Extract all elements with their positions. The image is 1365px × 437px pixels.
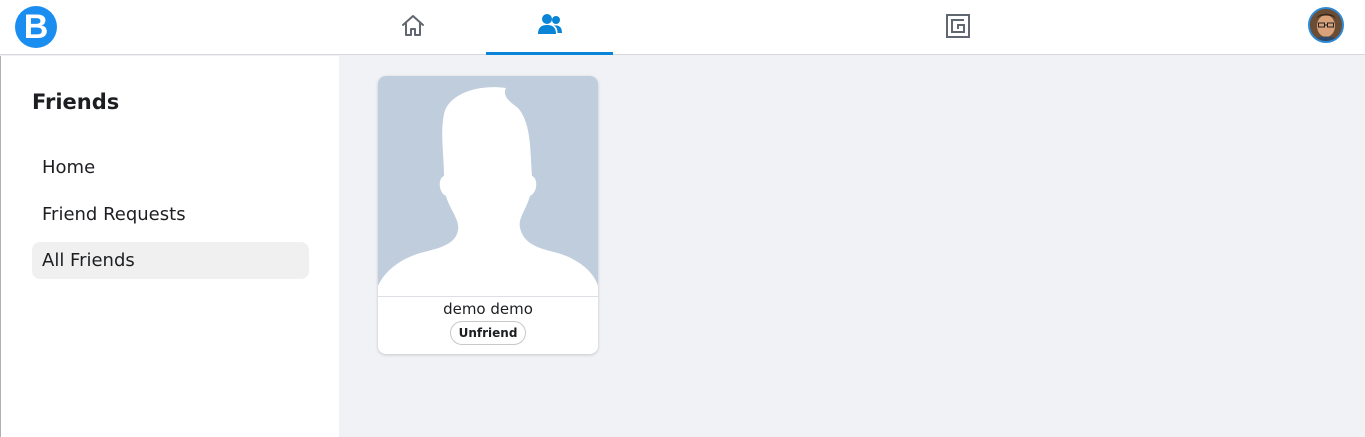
sidebar-item-home[interactable]: Home — [32, 149, 309, 186]
sidebar-item-all-friends[interactable]: All Friends — [32, 242, 309, 279]
sidebar: Friends Home Friend Requests All Friends — [0, 56, 339, 437]
sidebar-item-label: Friend Requests — [42, 204, 186, 225]
sidebar-item-friend-requests[interactable]: Friend Requests — [32, 196, 309, 233]
top-navigation-bar: B — [0, 0, 1365, 55]
avatar[interactable] — [1308, 7, 1344, 43]
logo-letter: B — [23, 8, 49, 46]
sidebar-item-label: Home — [42, 157, 96, 178]
friend-card: demo demo Unfriend — [378, 76, 598, 354]
default-avatar-silhouette-icon — [378, 87, 598, 296]
home-icon — [400, 13, 426, 43]
profile-photo[interactable] — [378, 76, 598, 297]
groups-icon — [945, 13, 971, 43]
sidebar-title: Friends — [32, 90, 120, 114]
unfriend-button[interactable]: Unfriend — [450, 321, 526, 345]
tab-home[interactable] — [350, 0, 476, 55]
friend-name: demo demo — [443, 300, 533, 318]
tab-friends[interactable] — [486, 0, 613, 55]
sidebar-item-label: All Friends — [42, 250, 135, 271]
friends-icon — [536, 12, 564, 40]
tab-groups[interactable] — [895, 0, 1020, 55]
app-logo[interactable]: B — [15, 6, 57, 48]
